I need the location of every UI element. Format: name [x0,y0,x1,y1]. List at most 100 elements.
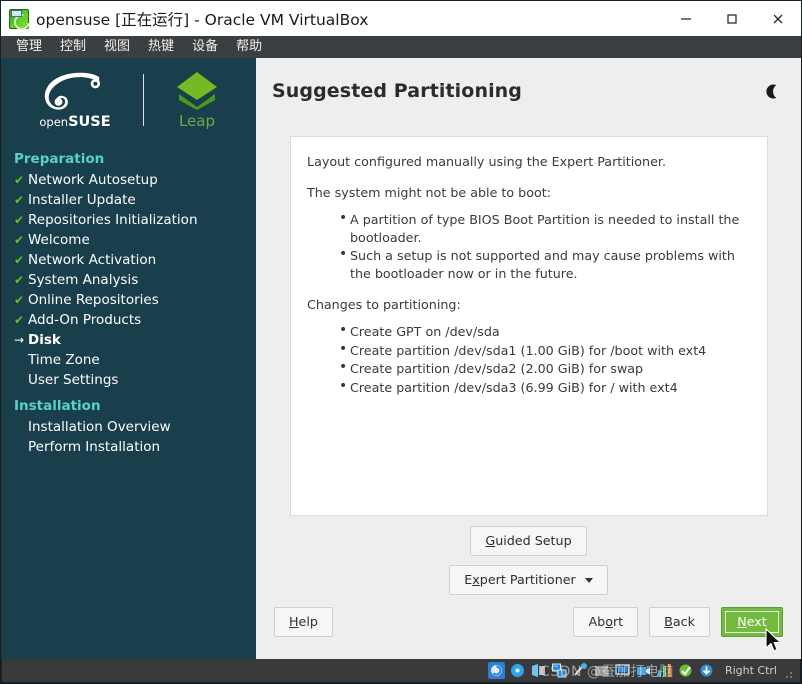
accel-key: G [485,533,496,548]
accel-post: ack [672,614,695,629]
leap-diamond-icon [177,72,217,110]
installer-steps: Preparation ✔ Network Autosetup ✔ Instal… [1,136,256,457]
opensuse-logo: openSUSE [23,71,127,130]
check-icon: ✔ [14,173,25,187]
sidebar-item-label: Network Autosetup [28,172,158,188]
guest-screen: openSUSE Leap Preparation ✔ Network Auto… [1,58,801,659]
sidebar-item-add-on-products[interactable]: ✔ Add-On Products [14,310,256,330]
sidebar-item-user-settings[interactable]: User Settings [14,370,256,390]
accel-key: N [737,614,747,629]
list-item: Create partition /dev/sda3 (6.99 GiB) fo… [339,378,749,397]
display-icon[interactable] [613,662,631,679]
menubar: 管理 控制 视图 热键 设备 帮助 [1,36,801,58]
sidebar-item-label: Add-On Products [28,312,142,328]
changes-list: Create GPT on /dev/sda Create partition … [307,322,749,397]
accel-key: H [289,614,299,629]
installer-content: Suggested Partitioning Layout configured… [256,58,801,659]
suse-prefix: open [39,114,69,129]
accel-post: uided Setup [495,533,572,548]
sidebar-item-label: Time Zone [28,352,100,368]
partitioning-summary-panel: Layout configured manually using the Exp… [290,136,768,516]
sidebar-item-label: Installation Overview [28,419,171,435]
sidebar-item-welcome[interactable]: ✔ Welcome [14,230,256,250]
sidebar-item-installer-update[interactable]: ✔ Installer Update [14,190,256,210]
shared-folder-icon[interactable] [592,662,610,679]
window-title: opensuse [正在运行] - Oracle VM VirtualBox [36,10,369,29]
mouse-integration-icon[interactable] [697,662,715,679]
performance-icon[interactable] [655,662,673,679]
sidebar-item-network-activation[interactable]: ✔ Network Activation [14,250,256,270]
sidebar-item-label: Network Activation [28,252,157,268]
minimize-icon[interactable] [663,1,709,37]
next-button[interactable]: Next [721,607,783,637]
accel-pre: Ab [588,614,606,629]
accel-post: pert Partitioner [479,572,576,587]
hard-disk-icon[interactable] [487,662,505,679]
sidebar-item-time-zone[interactable]: Time Zone [14,350,256,370]
check-icon: ✔ [14,213,25,227]
sidebar-item-label: System Analysis [28,272,139,288]
leap-logo: Leap [160,70,234,130]
guided-setup-button[interactable]: Guided Setup [470,526,587,556]
sidebar-item-repositories-initialization[interactable]: ✔ Repositories Initialization [14,210,256,230]
resize-grip-icon[interactable] [785,670,794,679]
maximize-icon[interactable] [709,1,755,37]
sidebar-item-label: User Settings [28,372,119,388]
warning-list: A partition of type BIOS Boot Partition … [307,210,749,282]
list-item: Such a setup is not supported and may ca… [339,246,749,282]
help-button[interactable]: Help [274,607,333,637]
sidebar-item-perform-installation[interactable]: Perform Installation [14,437,256,457]
usb-icon[interactable] [571,662,589,679]
sidebar-item-label: Repositories Initialization [28,212,198,228]
video-capture-icon[interactable] [634,662,652,679]
sidebar-item-label: Disk [28,332,61,348]
list-item: A partition of type BIOS Boot Partition … [339,210,749,246]
sidebar-item-online-repositories[interactable]: ✔ Online Repositories [14,290,256,310]
chameleon-icon [44,72,101,110]
check-icon: ✔ [14,233,25,247]
list-item: Create partition /dev/sda1 (1.00 GiB) fo… [339,341,749,360]
page-header: Suggested Partitioning [256,58,801,104]
host-key-label: Right Ctrl [724,664,777,677]
sidebar-item-system-analysis[interactable]: ✔ System Analysis [14,270,256,290]
leap-label: Leap [178,112,216,130]
window-controls [663,1,801,37]
menu-item-devices[interactable]: 设备 [183,36,227,58]
list-item: Create partition /dev/sda2 (2.00 GiB) fo… [339,359,749,378]
sidebar-item-network-autosetup[interactable]: ✔ Network Autosetup [14,170,256,190]
accel-key: x [472,572,480,587]
changes-heading: Changes to partitioning: [307,297,461,312]
menu-item-view[interactable]: 视图 [95,36,139,58]
menu-item-control[interactable]: 控制 [51,36,95,58]
page-title: Suggested Partitioning [272,80,523,102]
window-titlebar: opensuse [正在运行] - Oracle VM VirtualBox [0,0,802,36]
brand-divider [143,74,144,126]
accel-post: rt [612,614,624,629]
moon-icon[interactable] [759,78,785,104]
features-icon[interactable] [676,662,694,679]
check-icon: ✔ [14,193,25,207]
menu-item-manage[interactable]: 管理 [7,36,51,58]
network-icon[interactable] [550,662,568,679]
sidebar-item-label: Installer Update [28,192,136,208]
vbox-statusbar: Right Ctrl [1,659,801,683]
menu-item-hotkeys[interactable]: 热键 [139,36,183,58]
check-icon: ✔ [14,293,25,307]
menu-item-help[interactable]: 帮助 [227,36,271,58]
partitioning-actions: Guided Setup Expert Partitioner [256,526,801,595]
abort-button[interactable]: Abort [573,607,639,637]
floppy-disk-icon[interactable] [529,662,547,679]
virtualbox-window: opensuse [正在运行] - Oracle VM VirtualBox 管… [0,0,802,684]
next-label: Next [737,614,767,629]
warning-heading: The system might not be able to boot: [307,185,552,200]
optical-disk-icon[interactable] [508,662,526,679]
close-icon[interactable] [755,1,801,37]
sidebar-item-label: Perform Installation [28,439,161,455]
sidebar-item-disk[interactable]: → Disk [14,330,256,350]
back-button[interactable]: Back [649,607,710,637]
suse-name: SUSE [68,113,111,130]
accel-key: B [664,614,673,629]
expert-partitioner-button[interactable]: Expert Partitioner [449,565,608,595]
arrow-right-icon: → [14,333,25,347]
sidebar-item-installation-overview[interactable]: Installation Overview [14,417,256,437]
